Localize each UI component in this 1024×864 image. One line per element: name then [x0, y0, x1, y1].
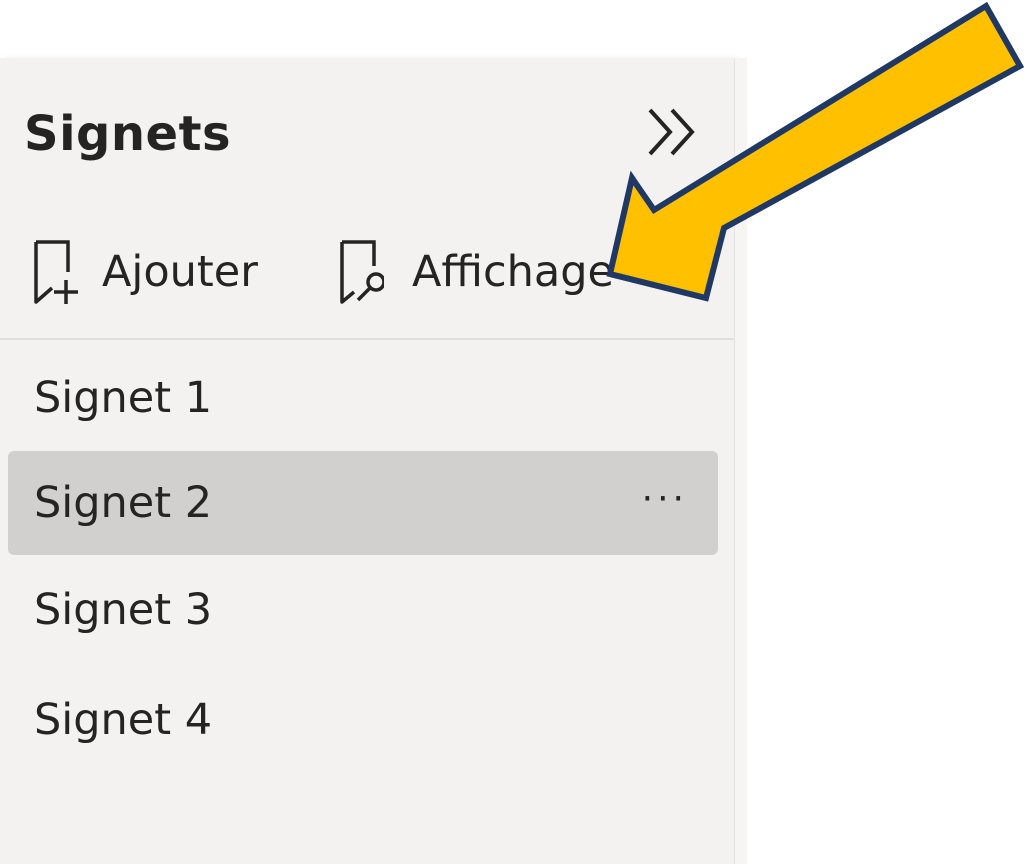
- bookmark-label: Signet 1: [34, 373, 213, 423]
- bookmark-item-selected[interactable]: Signet 2 ···: [8, 451, 718, 555]
- toolbar-divider: [0, 338, 734, 340]
- add-bookmark-label: Ajouter: [102, 247, 258, 297]
- bookmark-label: Signet 4: [34, 695, 213, 745]
- pane-title: Signets: [24, 106, 232, 162]
- screenshot-stage: Signets Ajouter Affichage Signet 1 Signe…: [0, 0, 1024, 864]
- bookmark-item[interactable]: Signet 3: [8, 558, 718, 662]
- more-options-icon[interactable]: ···: [642, 478, 688, 519]
- bookmark-label: Signet 2: [34, 478, 213, 528]
- callout-arrow: [606, 1, 1024, 302]
- bookmark-item[interactable]: Signet 1: [8, 346, 718, 450]
- bookmark-label: Signet 3: [34, 585, 213, 635]
- bookmark-search-icon: [340, 240, 384, 304]
- view-bookmark-label: Affichage: [412, 247, 614, 297]
- bookmark-item[interactable]: Signet 4: [8, 668, 718, 772]
- add-bookmark-button[interactable]: Ajouter: [30, 232, 258, 312]
- bookmark-add-icon: [34, 240, 78, 304]
- view-bookmark-button[interactable]: Affichage: [336, 232, 614, 312]
